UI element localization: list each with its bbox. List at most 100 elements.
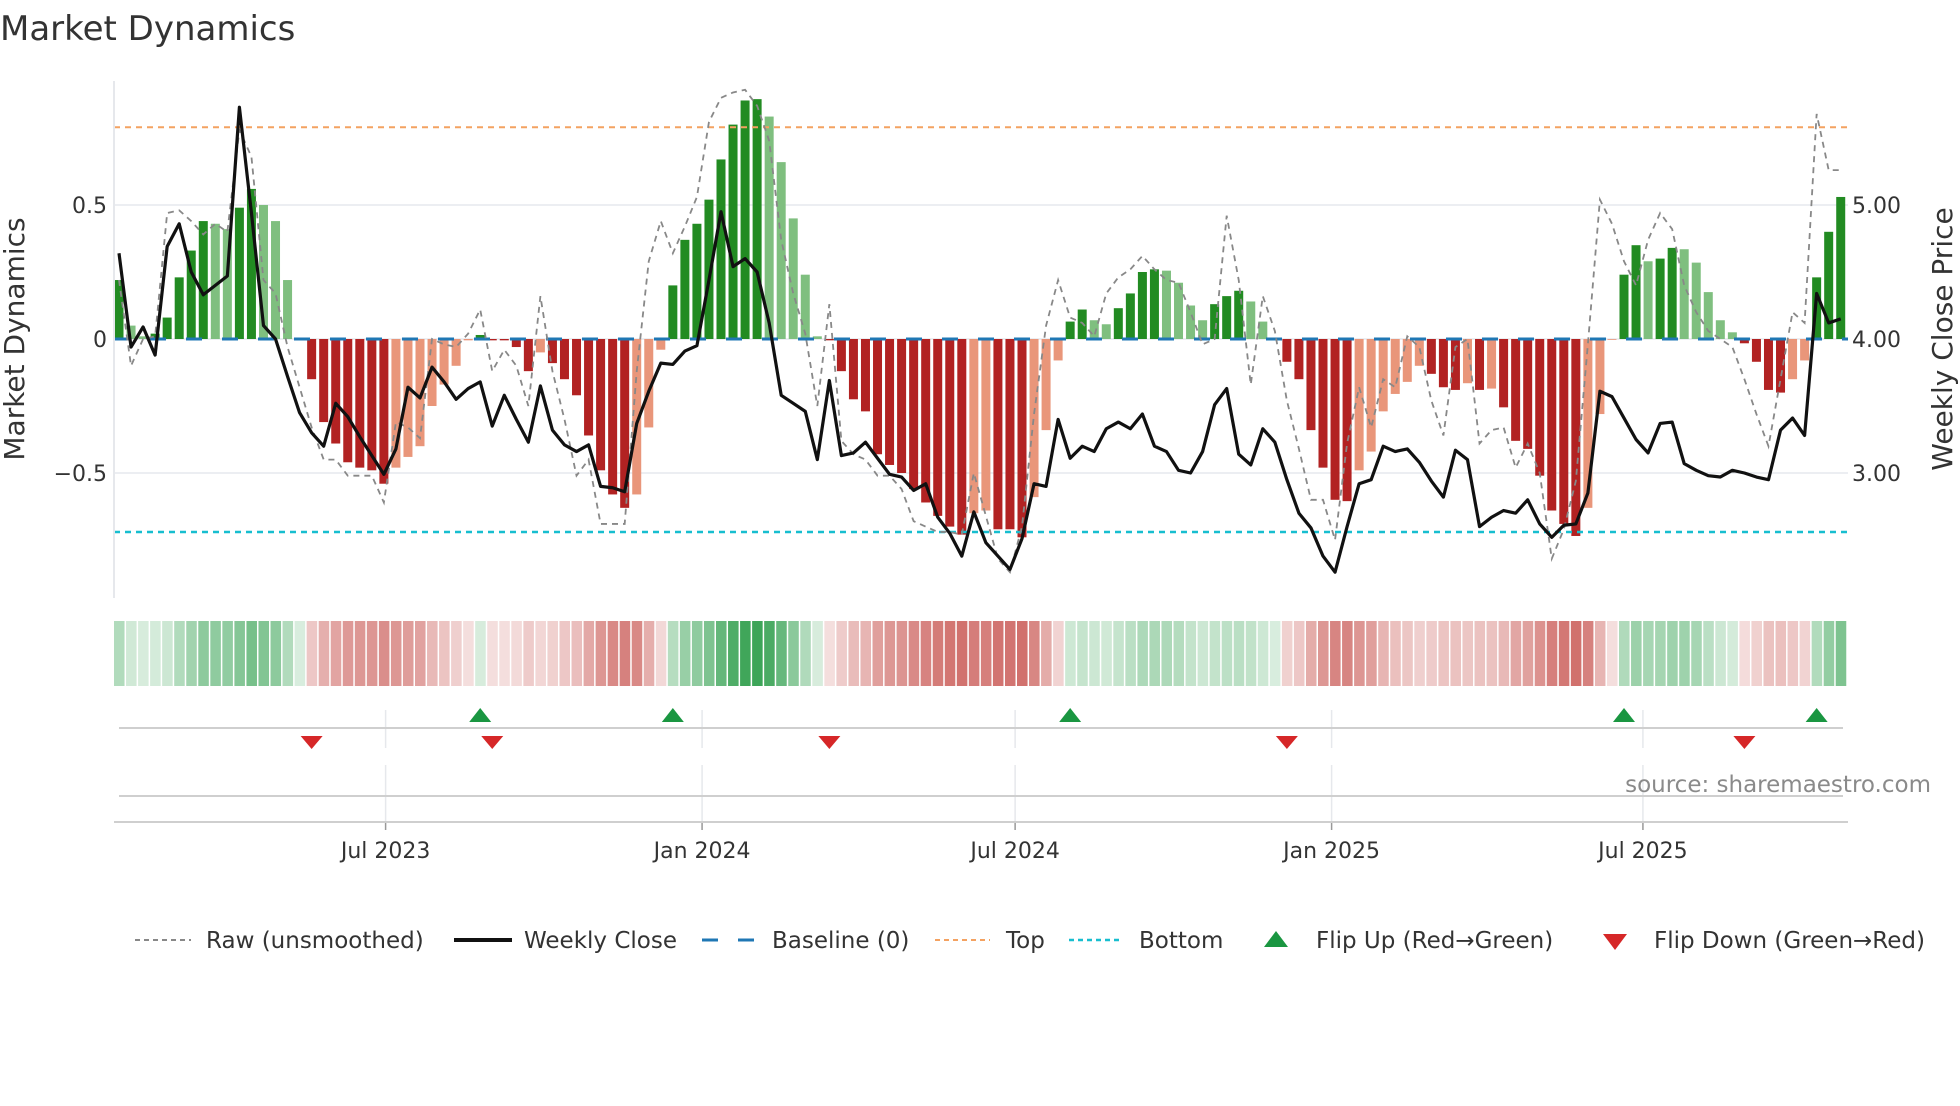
dynamics-bar: [1306, 339, 1316, 431]
heat-cell: [1113, 621, 1124, 686]
heat-cell: [1558, 621, 1570, 686]
heat-cell: [114, 621, 125, 686]
dynamics-bar: [596, 339, 606, 471]
heat-cell: [1498, 621, 1510, 686]
dynamics-bar: [909, 339, 919, 490]
heat-cell: [390, 621, 402, 686]
heat-cell: [691, 621, 703, 686]
heat-cell: [1811, 621, 1823, 686]
flip-up-icon: [469, 708, 492, 722]
heat-cell: [1582, 621, 1594, 686]
dynamics-bar: [1186, 305, 1196, 339]
dynamics-bar: [1318, 339, 1328, 468]
dynamics-bar: [860, 339, 870, 412]
heat-cell: [547, 621, 558, 686]
dynamics-bar: [1499, 339, 1509, 408]
legend-bottom-label: Bottom: [1139, 928, 1223, 954]
heat-cell: [956, 621, 968, 686]
heat-cell: [234, 621, 245, 686]
x-tick-label: Jul 2024: [968, 839, 1060, 864]
dynamics-bar: [885, 339, 895, 465]
heat-cell: [1751, 621, 1762, 686]
heat-cell: [1594, 621, 1606, 686]
heat-cell: [1293, 621, 1305, 686]
heat-cell: [655, 621, 667, 686]
dynamics-bar: [1836, 196, 1846, 339]
heat-cell: [523, 621, 534, 686]
dynamics-bar: [1631, 245, 1641, 339]
dynamics-bar: [848, 339, 858, 400]
heat-cell: [1787, 621, 1799, 686]
dynamics-bar: [945, 339, 955, 527]
dynamics-bar: [1017, 339, 1027, 538]
heat-cell: [451, 621, 462, 686]
x-tick-label: Jul 2023: [339, 839, 431, 864]
dynamics-bar: [1619, 274, 1629, 339]
heat-cell: [1703, 621, 1714, 686]
heat-cell: [1125, 621, 1136, 686]
dynamics-bar: [1222, 296, 1232, 339]
dynamics-bar: [319, 339, 329, 423]
dynamics-bar: [1330, 339, 1340, 500]
heat-cell: [788, 621, 799, 686]
heat-cell: [1161, 621, 1173, 686]
dynamics-bar: [1751, 339, 1761, 362]
flip-up-icon: [661, 708, 684, 722]
heat-cell: [210, 621, 221, 686]
heat-cell: [968, 621, 980, 686]
dynamics-bar: [1559, 339, 1569, 524]
flip-down-icon: [1733, 736, 1756, 749]
heat-cell: [896, 621, 908, 686]
flip-up-icon: [1805, 708, 1828, 722]
heat-cell: [198, 621, 209, 686]
heat-cell: [427, 621, 438, 686]
dynamics-bar: [1101, 324, 1111, 339]
heat-cell: [1522, 621, 1534, 686]
dynamics-bar: [668, 285, 678, 339]
dynamics-bar: [1005, 339, 1015, 530]
heat-cell: [463, 621, 474, 686]
heat-cell: [354, 621, 366, 686]
heat-cell: [920, 621, 932, 686]
dynamics-bar: [1210, 304, 1220, 339]
dynamics-bar: [921, 339, 931, 503]
heat-cell: [186, 621, 197, 686]
legend-baseline-label: Baseline (0): [772, 928, 909, 954]
heat-cell: [1679, 621, 1690, 686]
heat-cell: [1029, 621, 1040, 686]
flip-down-icon: [1275, 736, 1298, 749]
heat-cell: [1221, 621, 1233, 686]
legend-top-label: Top: [1005, 928, 1045, 954]
dynamics-bar: [1113, 308, 1123, 339]
dynamics-bar: [1149, 269, 1159, 339]
flip-down-icon: [481, 736, 504, 749]
dynamics-bar: [1137, 272, 1147, 339]
dynamics-bar: [716, 159, 726, 339]
source-credit: source: sharemaestro.com: [1625, 772, 1931, 798]
dynamics-bar: [1523, 339, 1533, 449]
heat-cell: [1233, 621, 1245, 686]
heat-cell: [162, 621, 173, 686]
y-tick-label: 0: [93, 328, 107, 353]
heat-cell: [294, 621, 306, 686]
dynamics-bar: [873, 339, 883, 455]
dynamics-bar: [1029, 339, 1039, 498]
flip-up-icon: [1059, 708, 1082, 722]
y-axis-title: Market Dynamics: [0, 217, 31, 460]
heat-cell: [1185, 621, 1197, 686]
heat-cell: [1209, 621, 1221, 686]
legend-close-label: Weekly Close: [524, 928, 677, 954]
heat-cell: [1342, 621, 1353, 686]
y-tick-label: 0.5: [72, 194, 107, 219]
heat-cell: [800, 621, 811, 686]
heat-cell: [1823, 621, 1835, 686]
heat-cell: [703, 621, 715, 686]
series-lines: [117, 88, 1842, 575]
dynamics-bar: [1366, 339, 1376, 452]
heat-cell: [1643, 621, 1654, 686]
heat-cell: [306, 621, 318, 686]
dynamics-bar: [824, 339, 834, 341]
heat-cell: [1462, 621, 1474, 686]
flip-markers-panel: [114, 708, 1848, 830]
dynamics-bar: [307, 339, 317, 380]
